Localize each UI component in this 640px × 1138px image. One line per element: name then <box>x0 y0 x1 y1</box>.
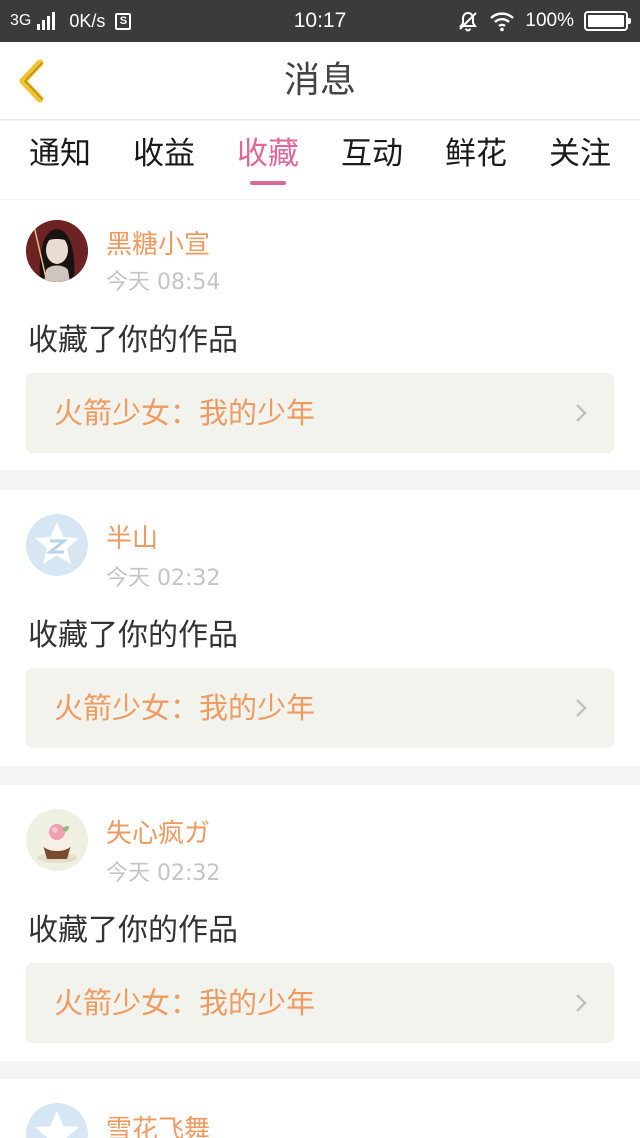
mute-bell-icon <box>459 11 478 32</box>
message-card: 雪花飞舞 <box>0 1079 640 1138</box>
user-name[interactable]: 雪花飞舞 <box>106 1109 210 1138</box>
message-action: 收藏了你的作品 <box>28 618 238 653</box>
cupcake-avatar-icon[interactable] <box>26 809 88 871</box>
tab-label: 互动 <box>341 136 403 172</box>
tab-earnings[interactable]: 收益 <box>112 121 216 199</box>
work-link[interactable]: 火箭少女：我的少年 <box>26 373 614 453</box>
work-title: 火箭少女：我的少年 <box>54 986 316 1020</box>
battery-level <box>588 15 624 27</box>
work-link[interactable]: 火箭少女：我的少年 <box>26 963 614 1043</box>
work-title: 火箭少女：我的少年 <box>54 691 316 725</box>
page-title: 消息 <box>283 60 356 101</box>
default-star-avatar-icon[interactable] <box>26 514 88 576</box>
work-title: 火箭少女：我的少年 <box>54 396 316 430</box>
chevron-right-icon <box>576 699 587 717</box>
message-action: 收藏了你的作品 <box>28 323 238 358</box>
tab-label: 收益 <box>133 136 195 172</box>
message-card: 半山 今天 02:32 收藏了你的作品 火箭少女：我的少年 <box>0 490 640 766</box>
user-name[interactable]: 失心疯ガ <box>106 813 210 850</box>
battery-percent: 100% <box>525 10 574 31</box>
battery-icon <box>584 11 631 31</box>
tab-follow[interactable]: 关注 <box>528 121 632 199</box>
wifi-icon <box>490 12 515 32</box>
tab-flowers[interactable]: 鲜花 <box>424 121 528 199</box>
tab-favorites[interactable]: 收藏 <box>216 121 320 199</box>
active-tab-indicator <box>250 181 286 185</box>
tab-label: 鲜花 <box>445 136 507 172</box>
nav-header: 消息 <box>0 42 640 120</box>
tab-label: 收藏 <box>237 136 299 172</box>
tab-label: 通知 <box>29 136 91 172</box>
tab-label: 关注 <box>549 136 611 172</box>
message-card: 黑糖小宣 今天 08:54 收藏了你的作品 火箭少女：我的少年 <box>0 200 640 470</box>
chevron-right-icon <box>576 994 587 1012</box>
message-time: 今天 08:54 <box>106 270 221 295</box>
message-time: 今天 02:32 <box>106 861 221 886</box>
message-card: 失心疯ガ 今天 02:32 收藏了你的作品 火箭少女：我的少年 <box>0 785 640 1061</box>
portrait-avatar-icon[interactable] <box>26 220 88 282</box>
message-action: 收藏了你的作品 <box>28 913 238 948</box>
work-link[interactable]: 火箭少女：我的少年 <box>26 668 614 748</box>
user-name[interactable]: 黑糖小宣 <box>106 224 210 261</box>
tab-notice[interactable]: 通知 <box>8 121 112 199</box>
default-star-avatar-icon[interactable] <box>26 1103 88 1138</box>
tab-interaction[interactable]: 互动 <box>320 121 424 199</box>
chevron-right-icon <box>576 404 587 422</box>
status-bar: 3G 0K/s S 10:17 100% <box>0 0 640 42</box>
category-tabs: 通知 收益 收藏 互动 鲜花 关注 <box>0 121 640 199</box>
user-name[interactable]: 半山 <box>106 518 158 555</box>
message-time: 今天 02:32 <box>106 566 221 591</box>
